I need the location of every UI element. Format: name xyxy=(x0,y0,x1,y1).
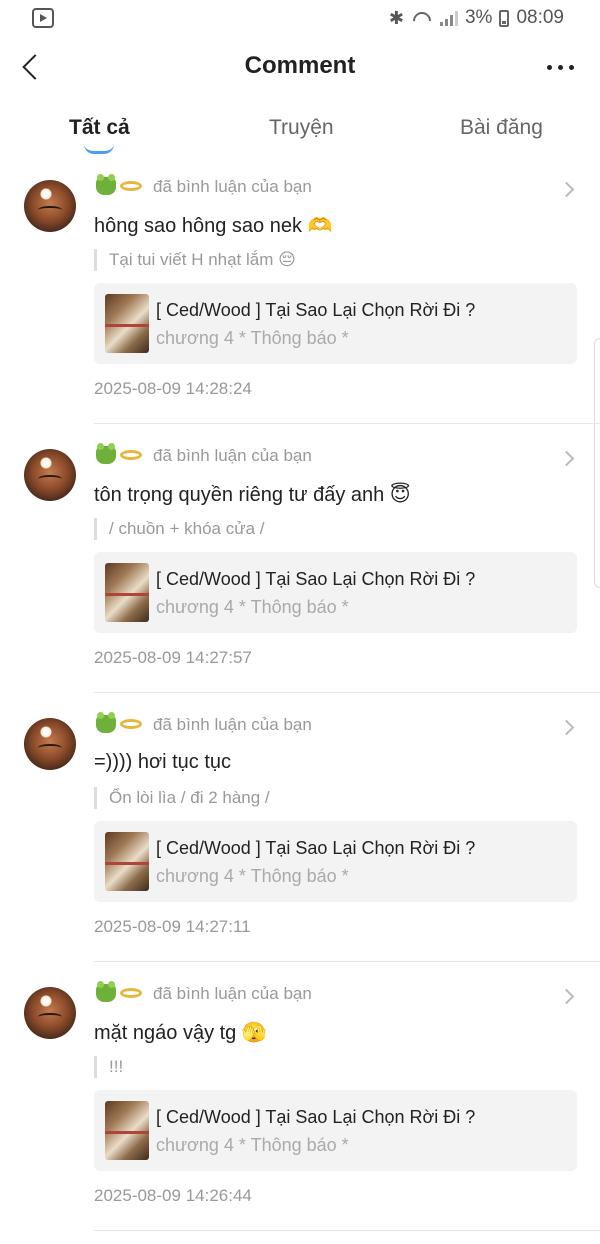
chevron-right-icon[interactable] xyxy=(558,450,575,467)
story-thumbnail xyxy=(105,832,149,891)
comment-text: tôn trọng quyền riêng tư đấy anh 😇 xyxy=(94,484,411,506)
battery-icon xyxy=(499,9,510,27)
chevron-right-icon[interactable] xyxy=(558,988,575,1005)
story-thumbnail xyxy=(105,294,149,353)
story-chapter: chương 4 * Thông báo * xyxy=(156,1135,349,1155)
wifi-icon xyxy=(411,10,433,26)
comment-text: hông sao hông sao nek 🫶 xyxy=(94,215,333,237)
frog-badge-icon xyxy=(96,174,116,195)
status-indicators: ✱ 3% 08:09 xyxy=(389,7,564,29)
status-bar: ✱ 3% 08:09 xyxy=(0,0,600,38)
frog-badge-icon xyxy=(96,981,116,1002)
user-badges xyxy=(96,174,142,195)
timestamp: 2025-08-09 14:27:57 xyxy=(94,648,252,667)
avatar[interactable] xyxy=(24,180,76,232)
frog-badge-icon xyxy=(96,443,116,464)
avatar[interactable] xyxy=(24,987,76,1039)
bluetooth-icon: ✱ xyxy=(388,7,404,28)
comment-item[interactable]: đã bình luận của bạn tôn trọng quyền riê… xyxy=(0,437,600,706)
action-label: đã bình luận của bạn xyxy=(153,984,312,1003)
more-options-icon[interactable] xyxy=(547,65,574,70)
top-bar: Comment xyxy=(0,38,600,98)
action-label: đã bình luận của bạn xyxy=(153,715,312,734)
comment-list: đã bình luận của bạn hông sao hông sao n… xyxy=(0,168,600,1244)
page-title: Comment xyxy=(244,52,356,79)
tab-all[interactable]: Tất cả xyxy=(69,116,130,140)
story-card[interactable]: [ Ced/Wood ] Tại Sao Lại Chọn Rời Đi ? c… xyxy=(94,283,577,364)
clock: 08:09 xyxy=(516,7,564,28)
story-title: [ Ced/Wood ] Tại Sao Lại Chọn Rời Đi ? xyxy=(156,569,476,589)
story-thumbnail xyxy=(105,563,149,622)
story-title: [ Ced/Wood ] Tại Sao Lại Chọn Rời Đi ? xyxy=(156,1107,476,1127)
timestamp: 2025-08-09 14:28:24 xyxy=(94,379,252,398)
timestamp: 2025-08-09 14:27:11 xyxy=(94,917,251,936)
story-title: [ Ced/Wood ] Tại Sao Lại Chọn Rời Đi ? xyxy=(156,300,476,320)
ring-badge-icon xyxy=(120,719,142,729)
comment-item[interactable]: đã bình luận của bạn hông sao hông sao n… xyxy=(0,168,600,437)
story-card[interactable]: [ Ced/Wood ] Tại Sao Lại Chọn Rời Đi ? c… xyxy=(94,552,577,633)
quoted-comment: Tại tui viết H nhạt lắm 😔 xyxy=(94,249,296,271)
user-badges xyxy=(96,443,142,464)
signal-icon xyxy=(439,10,458,26)
comment-item[interactable]: đã bình luận của bạn mặt ngáo vậy tg 🫣 !… xyxy=(0,975,600,1244)
divider xyxy=(94,423,600,424)
frog-badge-icon xyxy=(96,712,116,733)
filter-tabs: Tất cả Truyện Bài đăng xyxy=(0,108,600,164)
comment-item[interactable]: đã bình luận của bạn =)))) hơi tục tục Ổ… xyxy=(0,706,600,975)
action-label: đã bình luận của bạn xyxy=(153,446,312,465)
user-badges xyxy=(96,712,142,733)
story-chapter: chương 4 * Thông báo * xyxy=(156,328,349,348)
action-label: đã bình luận của bạn xyxy=(153,177,312,196)
timestamp: 2025-08-09 14:26:44 xyxy=(94,1186,252,1205)
story-chapter: chương 4 * Thông báo * xyxy=(156,597,349,617)
chevron-right-icon[interactable] xyxy=(558,719,575,736)
quoted-comment: / chuồn + khóa cửa / xyxy=(94,518,265,540)
tab-stories[interactable]: Truyện xyxy=(269,116,334,140)
chevron-right-icon[interactable] xyxy=(558,181,575,198)
avatar[interactable] xyxy=(24,718,76,770)
divider xyxy=(94,961,600,962)
story-chapter: chương 4 * Thông báo * xyxy=(156,866,349,886)
youtube-notification-icon xyxy=(32,8,54,28)
user-badges xyxy=(96,981,142,1002)
comment-text: mặt ngáo vậy tg 🫣 xyxy=(94,1022,267,1044)
divider xyxy=(94,692,600,693)
divider xyxy=(94,1230,600,1231)
tab-posts[interactable]: Bài đăng xyxy=(460,116,543,140)
active-tab-indicator xyxy=(84,144,114,154)
quoted-comment: !!! xyxy=(94,1056,123,1078)
quoted-comment: Ổn lòi lìa / đi 2 hàng / xyxy=(94,787,270,809)
story-card[interactable]: [ Ced/Wood ] Tại Sao Lại Chọn Rời Đi ? c… xyxy=(94,1090,577,1171)
ring-badge-icon xyxy=(120,181,142,191)
ring-badge-icon xyxy=(120,988,142,998)
story-card[interactable]: [ Ced/Wood ] Tại Sao Lại Chọn Rời Đi ? c… xyxy=(94,821,577,902)
story-title: [ Ced/Wood ] Tại Sao Lại Chọn Rời Đi ? xyxy=(156,838,476,858)
battery-percent: 3% xyxy=(464,7,493,28)
story-thumbnail xyxy=(105,1101,149,1160)
comment-text: =)))) hơi tục tục xyxy=(94,751,232,773)
ring-badge-icon xyxy=(120,450,142,460)
avatar[interactable] xyxy=(24,449,76,501)
